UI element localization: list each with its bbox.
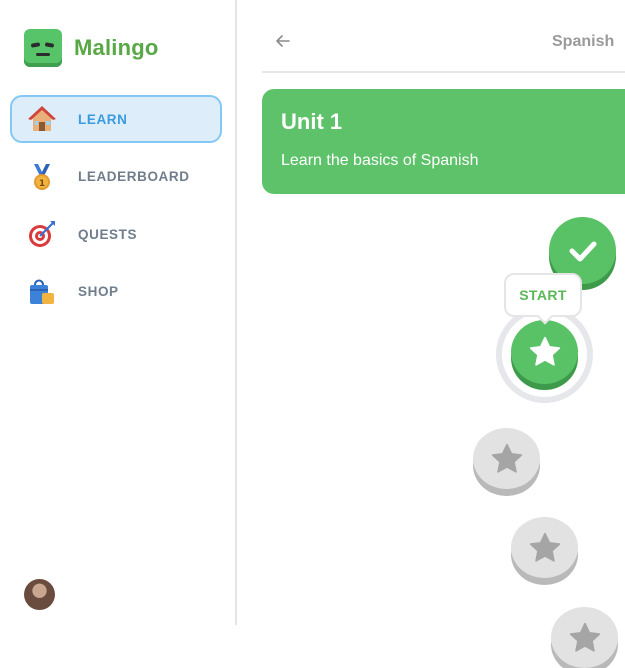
avatar[interactable] [24, 579, 55, 610]
target-icon [26, 218, 58, 250]
sidebar-nav: LEARN 1 LEADERBOARD QUESTS SHOP [10, 95, 222, 325]
sidebar-item-label: SHOP [78, 284, 119, 299]
mascot-icon [24, 29, 62, 67]
star-icon [529, 532, 560, 562]
sidebar-item-leaderboard[interactable]: 1 LEADERBOARD [10, 153, 222, 201]
course-title: Spanish [552, 33, 615, 50]
sidebar-item-shop[interactable]: SHOP [10, 268, 222, 316]
app-name: Malingo [74, 35, 159, 60]
header-divider [262, 71, 625, 73]
unit-title: Unit 1 [281, 109, 343, 134]
lesson-node-locked[interactable] [473, 428, 540, 489]
star-icon [529, 336, 560, 366]
svg-text:1: 1 [39, 179, 45, 189]
unit-banner: Unit 1 Learn the basics of Spanish [262, 89, 625, 194]
arrow-left-icon[interactable] [273, 31, 293, 51]
sidebar-item-label: LEADERBOARD [78, 169, 190, 184]
lesson-node-locked[interactable] [551, 607, 618, 668]
star-icon [491, 443, 522, 473]
sidebar-item-quests[interactable]: QUESTS [10, 210, 222, 258]
check-icon [569, 241, 596, 261]
unit-subtitle: Learn the basics of Spanish [281, 152, 479, 169]
lesson-node-locked[interactable] [511, 517, 578, 578]
sidebar-item-learn[interactable]: LEARN [10, 95, 222, 143]
start-label: START [519, 287, 567, 303]
app-logo[interactable]: Malingo [24, 29, 159, 67]
sidebar-item-label: QUESTS [78, 226, 138, 242]
sidebar-item-label: LEARN [78, 111, 128, 127]
shopping-bag-icon [26, 276, 58, 308]
start-tooltip[interactable]: START [504, 273, 582, 317]
medal-icon: 1 [26, 161, 58, 193]
sidebar: Malingo LEARN 1 LEADERBOARD QUESTS SHOP [0, 0, 237, 625]
house-icon [26, 103, 58, 135]
lesson-node-current[interactable] [511, 320, 578, 384]
